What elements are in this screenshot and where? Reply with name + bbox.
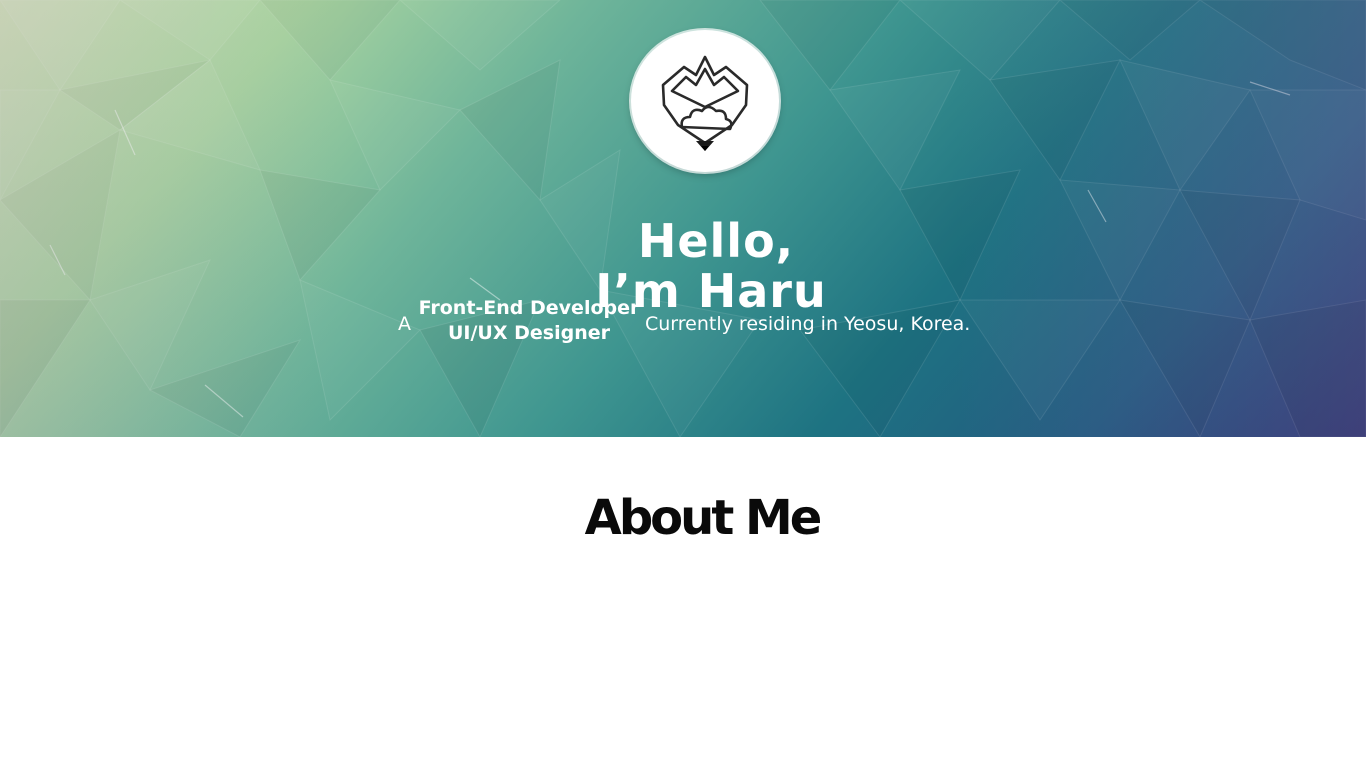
greeting-line-2: I’m Haru bbox=[595, 263, 827, 318]
mountain-heart-logo-icon bbox=[661, 55, 749, 151]
avatar bbox=[631, 30, 779, 172]
greeting-line-1: Hello, bbox=[637, 213, 795, 268]
role-front-end-developer: Front-End Developer bbox=[418, 297, 640, 319]
about-section-title: About Me bbox=[584, 489, 823, 546]
hero-section: Hello, I’m Haru A Front-End Developer UI… bbox=[0, 0, 1366, 437]
tagline-prefix: A bbox=[398, 313, 411, 335]
hero-greeting: Hello, I’m Haru bbox=[0, 216, 1366, 316]
tagline-roles: Front-End Developer UI/UX Designer bbox=[418, 296, 640, 346]
tagline-location: Currently residing in Yeosu, Korea. bbox=[645, 313, 971, 335]
role-ui-ux-designer: UI/UX Designer bbox=[448, 322, 610, 344]
